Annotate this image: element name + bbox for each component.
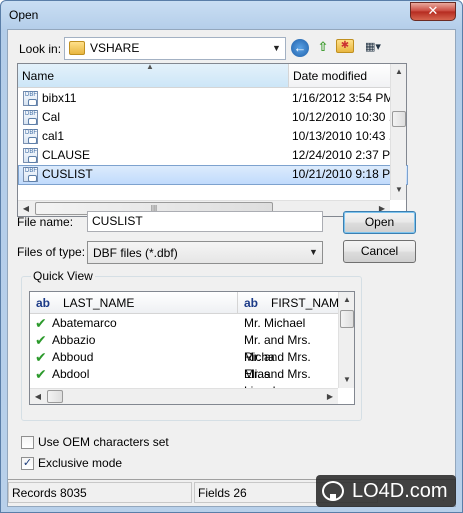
lookin-combo[interactable]: VSHARE ▼ [64, 37, 286, 60]
filetype-combo[interactable]: DBF files (*.dbf) ▼ [87, 241, 323, 264]
file-row-selected[interactable]: DBF CUSLIST 10/21/2010 9:18 PM [18, 165, 408, 185]
file-list[interactable]: Name ▲ Date modified DBF bibx11 1/16/201… [17, 62, 408, 217]
column-header-last-name[interactable]: ab LAST_NAME [30, 292, 238, 314]
lookin-value: VSHARE [90, 41, 140, 55]
up-folder-icon[interactable]: ⇧ [314, 38, 332, 56]
back-arrow-icon[interactable]: ← [291, 39, 309, 57]
quick-view-group: Quick View ab LAST_NAME ab FIRST_NAM ✔ A… [21, 269, 362, 421]
scroll-right-icon[interactable]: ▶ [322, 389, 338, 405]
file-list-vscroll[interactable]: ▲ ▼ [390, 64, 406, 200]
window-title: Open [9, 8, 39, 22]
quick-view-title: Quick View [31, 269, 95, 283]
check-icon: ✔ [35, 366, 47, 382]
new-folder-icon[interactable]: ✱ [336, 39, 354, 53]
scroll-thumb[interactable] [47, 390, 63, 403]
lo4d-watermark: LO4D.com [316, 475, 456, 507]
chevron-down-icon[interactable]: ▼ [305, 242, 322, 263]
filename-label: File name: [17, 215, 74, 229]
quick-view-row[interactable]: ✔ Abboud Mr. and Mrs. Elias [30, 349, 340, 381]
scroll-up-icon[interactable]: ▲ [391, 64, 407, 80]
file-row[interactable]: DBF cal1 10/13/2010 10:43 ... [18, 127, 408, 146]
scroll-down-icon[interactable]: ▼ [391, 182, 407, 198]
open-dialog-window: Open ✕ Look in: VSHARE ▼ ← ⇧ ✱ ▦▾ Name ▲… [0, 0, 463, 513]
column-header-date[interactable]: Date modified [288, 64, 391, 88]
sort-up-icon: ▲ [146, 62, 154, 71]
exclusive-checkbox[interactable]: ✓ [21, 457, 34, 470]
dbf-file-icon: DBF [23, 148, 38, 163]
quick-view-row[interactable]: ✔ Abdool Mr. and Mrs. Lincol [30, 366, 340, 398]
string-type-icon: ab [244, 296, 259, 310]
title-bar[interactable]: Open ✕ [1, 1, 462, 29]
oem-label[interactable]: Use OEM characters set [38, 435, 169, 449]
file-row[interactable]: DBF CLAUSE 12/24/2010 2:37 PM [18, 146, 408, 165]
scroll-thumb[interactable] [392, 111, 406, 127]
exclusive-label[interactable]: Exclusive mode [38, 456, 122, 470]
column-header-name[interactable]: Name ▲ [18, 62, 288, 88]
dbf-file-icon: DBF [23, 167, 38, 182]
views-menu-icon[interactable]: ▦▾ [360, 38, 386, 56]
scroll-down-icon[interactable]: ▼ [339, 372, 355, 388]
filename-input[interactable]: CUSLIST [87, 211, 323, 232]
check-icon: ✔ [35, 349, 47, 365]
quick-view-row[interactable]: ✔ Abatemarco Mr. Michael [30, 315, 340, 332]
dbf-file-icon: DBF [23, 91, 38, 106]
dialog-client-area: Look in: VSHARE ▼ ← ⇧ ✱ ▦▾ Name ▲ Date m… [7, 29, 456, 507]
dbf-file-icon: DBF [23, 129, 38, 144]
column-header-first-name[interactable]: ab FIRST_NAM [238, 292, 340, 314]
quick-view-grid[interactable]: ab LAST_NAME ab FIRST_NAM ✔ Abatemarco M… [29, 291, 355, 405]
string-type-icon: ab [36, 296, 51, 310]
filetype-label: Files of type: [17, 245, 86, 259]
quick-view-vscroll[interactable]: ▲ ▼ [338, 292, 354, 388]
status-records: Records 8035 [8, 482, 192, 503]
lookin-label: Look in: [19, 42, 62, 56]
file-row[interactable]: DBF Cal 10/12/2010 10:30 ... [18, 108, 408, 127]
file-row[interactable]: DBF bibx11 1/16/2012 3:54 PM [18, 89, 408, 108]
chevron-down-icon[interactable]: ▼ [268, 38, 285, 59]
check-icon: ✔ [35, 332, 47, 348]
scroll-up-icon[interactable]: ▲ [339, 292, 355, 308]
dbf-file-icon: DBF [23, 110, 38, 125]
scroll-thumb[interactable] [340, 310, 354, 328]
filetype-value: DBF files (*.dbf) [93, 246, 178, 260]
check-icon: ✔ [35, 315, 47, 331]
open-button[interactable]: Open [343, 211, 416, 234]
scroll-left-icon[interactable]: ◀ [30, 389, 46, 405]
lo4d-logo-icon [322, 481, 344, 501]
quick-view-row[interactable]: ✔ Abbazio Mr. and Mrs. Richa [30, 332, 340, 364]
folder-icon [69, 41, 85, 55]
cancel-button[interactable]: Cancel [343, 240, 416, 263]
quick-view-hscroll[interactable]: ◀ ▶ [30, 388, 338, 404]
close-button[interactable]: ✕ [410, 2, 456, 21]
oem-checkbox[interactable] [21, 436, 34, 449]
